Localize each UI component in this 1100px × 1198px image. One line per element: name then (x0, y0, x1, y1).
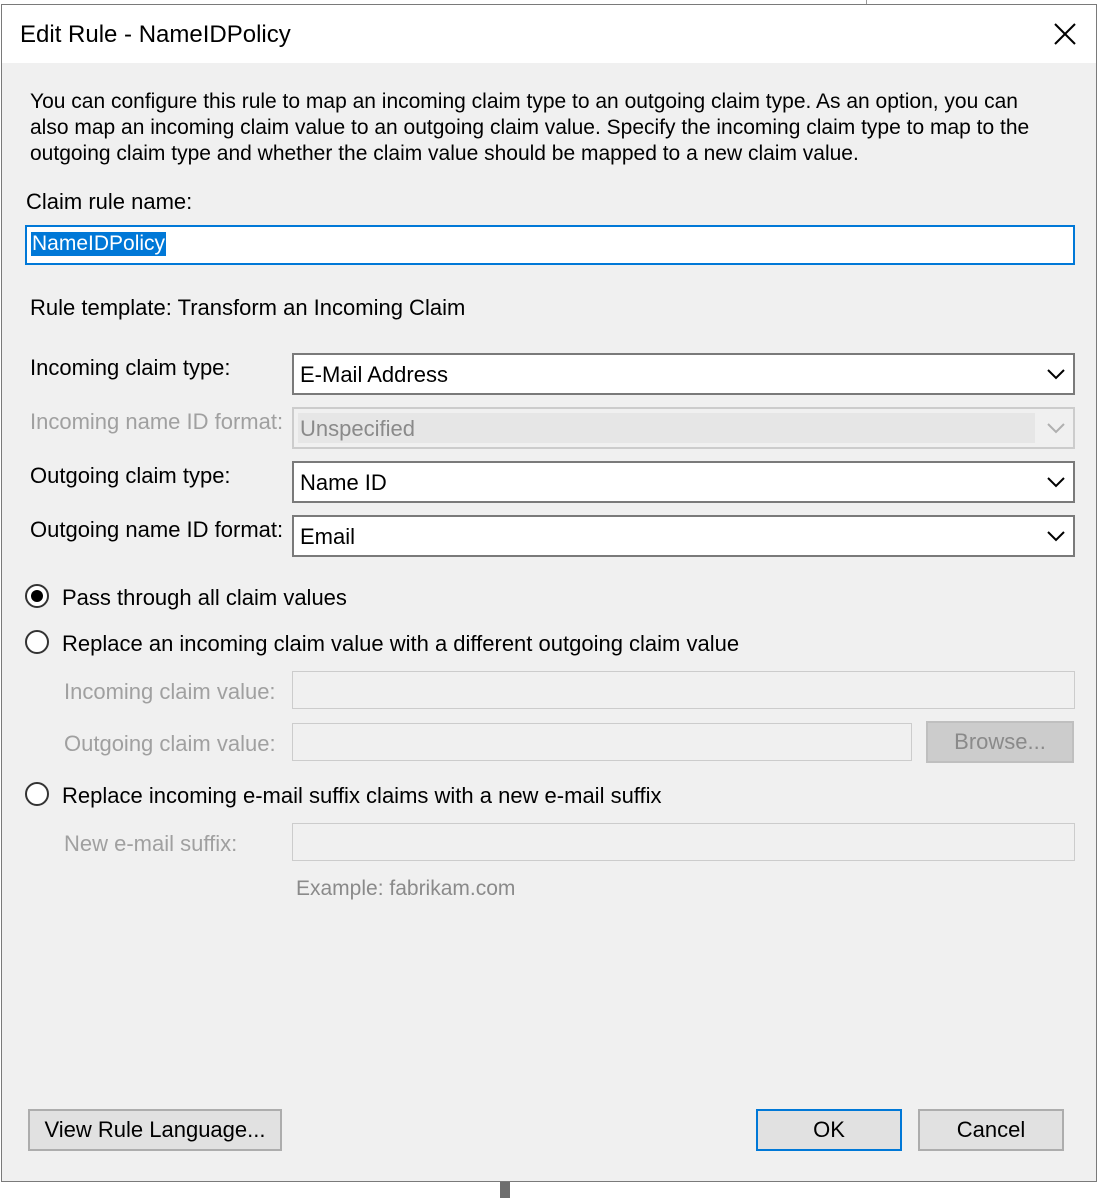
title-bar: Edit Rule - NameIDPolicy (2, 5, 1096, 63)
new-email-suffix-label: New e-mail suffix: (64, 831, 238, 856)
pass-through-radio[interactable] (24, 583, 50, 609)
pass-through-label[interactable]: Pass through all claim values (62, 585, 347, 611)
outgoing-claim-value-label: Outgoing claim value: (64, 731, 276, 756)
view-rule-language-button[interactable]: View Rule Language... (28, 1109, 282, 1151)
outgoing-claim-type-label: Outgoing claim type: (30, 463, 231, 488)
browse-button: Browse... (926, 721, 1074, 763)
incoming-name-id-format-value: Unspecified (298, 413, 1035, 443)
claim-rule-name-value: NameIDPolicy (31, 232, 167, 256)
edit-rule-dialog: Edit Rule - NameIDPolicy You can configu… (1, 4, 1097, 1182)
outgoing-name-id-format-select[interactable]: Email (292, 515, 1075, 557)
new-email-suffix-input (292, 823, 1075, 861)
incoming-claim-type-value: E-Mail Address (300, 362, 448, 387)
close-icon (1054, 23, 1076, 45)
ok-button[interactable]: OK (756, 1109, 902, 1151)
dialog-description: You can configure this rule to map an in… (30, 90, 1030, 165)
incoming-claim-value-label: Incoming claim value: (64, 679, 276, 704)
replace-suffix-radio[interactable] (24, 781, 50, 807)
chevron-down-icon (1047, 531, 1065, 542)
chevron-down-icon (1047, 423, 1065, 434)
incoming-name-id-format-label: Incoming name ID format: (30, 409, 284, 434)
outgoing-name-id-format-label: Outgoing name ID format: (30, 517, 284, 542)
cancel-button[interactable]: Cancel (918, 1109, 1064, 1151)
outgoing-name-id-format-value: Email (300, 524, 356, 549)
outgoing-claim-value-input (292, 723, 912, 761)
suffix-example-text: Example: fabrikam.com (296, 877, 516, 900)
claim-rule-name-label: Claim rule name: (26, 189, 193, 214)
incoming-claim-type-select[interactable]: E-Mail Address (292, 353, 1075, 395)
replace-suffix-label[interactable]: Replace incoming e-mail suffix claims wi… (62, 783, 662, 809)
claim-rule-name-input[interactable]: NameIDPolicy (25, 225, 1075, 265)
background-splitter (500, 1182, 510, 1198)
replace-value-radio[interactable] (24, 629, 50, 655)
outgoing-claim-type-value: Name ID (300, 470, 387, 495)
close-button[interactable] (1040, 9, 1090, 59)
chevron-down-icon (1047, 369, 1065, 380)
outgoing-claim-type-select[interactable]: Name ID (292, 461, 1075, 503)
replace-value-label[interactable]: Replace an incoming claim value with a d… (62, 631, 739, 657)
incoming-claim-value-input (292, 671, 1075, 709)
incoming-name-id-format-select: Unspecified (292, 407, 1075, 449)
chevron-down-icon (1047, 477, 1065, 488)
incoming-claim-type-label: Incoming claim type: (30, 355, 231, 380)
rule-template-text: Rule template: Transform an Incoming Cla… (30, 295, 466, 320)
dialog-title: Edit Rule - NameIDPolicy (20, 21, 291, 48)
